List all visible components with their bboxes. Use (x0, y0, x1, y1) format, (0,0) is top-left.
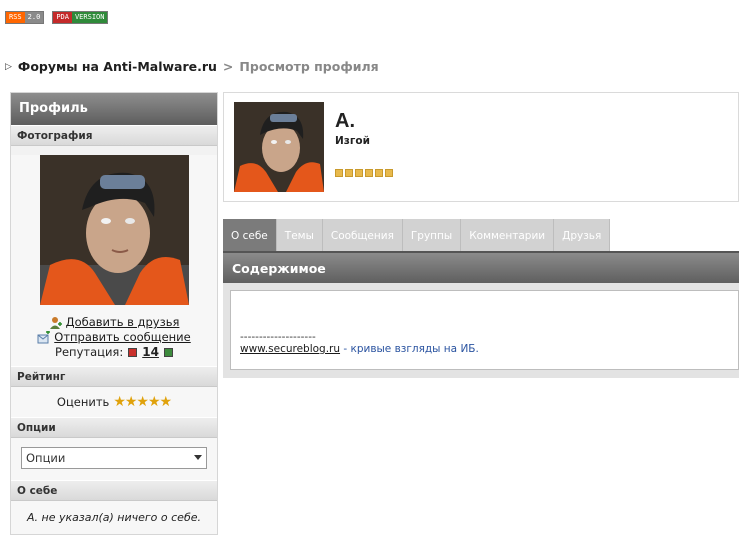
signature-link[interactable]: www.secureblog.ru (240, 343, 340, 355)
profile-avatar (234, 102, 324, 192)
sidebar-header: Профиль (11, 93, 217, 125)
signature-text: - кривые взгляды на ИБ. (340, 343, 479, 355)
rss-badge-left: RSS (6, 12, 25, 23)
about-section-title: О себе (11, 480, 217, 501)
breadcrumb: ▷ Форумы на Anti-Malware.ru > Просмотр п… (5, 59, 379, 74)
breadcrumb-separator: > (222, 59, 234, 74)
chevron-down-icon (194, 455, 202, 460)
tab-groups[interactable]: Группы (402, 219, 462, 252)
reputation-label: Репутация: (55, 345, 124, 359)
profile-card: А. Изгой (223, 92, 739, 202)
photo-section: Добавить в друзья Отправить сообщение Ре… (11, 155, 217, 366)
add-friend-icon (49, 317, 62, 329)
profile-sidebar: Профиль Фотография Добавить в друзья Отп… (10, 92, 218, 535)
rank-pip (375, 169, 383, 177)
photo-section-title: Фотография (11, 125, 217, 146)
options-dropdown-value: Опции (26, 451, 66, 465)
pda-badge[interactable]: PDA VERSION (52, 11, 109, 24)
rss-badge[interactable]: RSS 2.0 (5, 11, 45, 24)
tab-about[interactable]: О себе (223, 219, 277, 252)
rating-stars-icon[interactable]: ★★★★★ (113, 394, 172, 410)
signature: www.secureblog.ru - кривые взгляды на ИБ… (240, 343, 729, 355)
breadcrumb-current: Просмотр профиля (239, 59, 379, 74)
rank-pip (335, 169, 343, 177)
rss-badge-right: 2.0 (24, 12, 44, 23)
profile-actions: Добавить в друзья Отправить сообщение Ре… (11, 305, 217, 366)
rating-section-title: Рейтинг (11, 366, 217, 387)
profile-photo (39, 155, 189, 305)
reputation-minus-button[interactable] (128, 348, 138, 357)
send-message-row: Отправить сообщение (11, 330, 217, 345)
options-section: Опции (11, 438, 217, 480)
reputation-value[interactable]: 14 (142, 345, 159, 360)
profile-tabs: О себе Темы Сообщения Группы Комментарии… (223, 219, 611, 252)
rank-pips (335, 169, 393, 177)
tab-comments[interactable]: Комментарии (461, 219, 555, 252)
content-header: Содержимое (223, 253, 739, 283)
tab-friends[interactable]: Друзья (554, 219, 611, 252)
options-section-title: Опции (11, 417, 217, 438)
pda-badge-right: VERSION (71, 12, 108, 23)
rank-pip (365, 169, 373, 177)
profile-member-title: Изгой (335, 135, 370, 147)
feed-badges: RSS 2.0 PDA VERSION (5, 11, 109, 24)
rank-pip (385, 169, 393, 177)
add-friend-row: Добавить в друзья (11, 315, 217, 330)
rating-section: Оценить ★★★★★ (11, 387, 217, 417)
options-dropdown[interactable]: Опции (21, 447, 207, 469)
add-friend-link[interactable]: Добавить в друзья (66, 315, 180, 330)
profile-info: А. Изгой (335, 102, 393, 192)
tab-posts[interactable]: Сообщения (322, 219, 403, 252)
content-panel: -------------------- www.secureblog.ru -… (223, 283, 739, 378)
about-text: А. не указал(а) ничего о себе. (11, 501, 217, 534)
tab-topics[interactable]: Темы (276, 219, 323, 252)
reputation-plus-button[interactable] (163, 348, 173, 357)
send-message-icon (37, 331, 51, 344)
content-body: -------------------- www.secureblog.ru -… (230, 290, 739, 370)
rank-pip (355, 169, 363, 177)
breadcrumb-arrow-icon: ▷ (5, 61, 12, 72)
send-message-link[interactable]: Отправить сообщение (54, 330, 190, 345)
signature-divider: -------------------- (240, 331, 316, 343)
pda-badge-left: PDA (53, 12, 72, 23)
rank-pip (345, 169, 353, 177)
breadcrumb-forum-link[interactable]: Форумы на Anti-Malware.ru (18, 59, 217, 74)
profile-name: А. (335, 110, 355, 132)
rate-label: Оценить (56, 395, 110, 409)
reputation-row: Репутация: 14 (11, 345, 217, 360)
